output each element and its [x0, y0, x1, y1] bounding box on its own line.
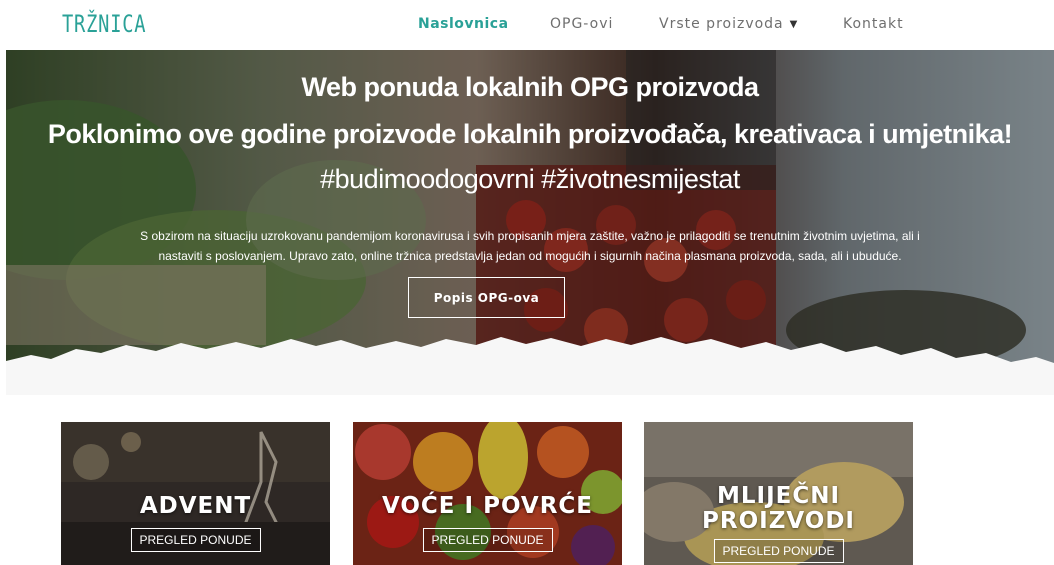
hero-description: S obzirom na situaciju uzrokovanu pandem…: [56, 226, 1004, 266]
chevron-down-icon: ▼: [789, 19, 799, 30]
nav-item-opg-ovi[interactable]: OPG-ovi: [550, 16, 613, 32]
nav-item-vrste-proizvoda-label: Vrste proizvoda: [659, 16, 784, 32]
hero-description-line-2: nastaviti s poslovanjem. Upravo zato, on…: [158, 249, 902, 263]
hero-description-line-1: S obzirom na situaciju uzrokovanu pandem…: [140, 229, 920, 243]
torn-paper-edge: [6, 337, 1054, 395]
view-offer-button[interactable]: PREGLED PONUDE: [130, 528, 261, 552]
main-nav: Naslovnica OPG-ovi Vrste proizvoda ▼ Kont…: [0, 16, 1054, 36]
card-title: VOĆE I POVRĆE: [381, 493, 593, 519]
opg-list-button[interactable]: Popis OPG-ova: [408, 277, 565, 318]
nav-item-vrste-proizvoda[interactable]: Vrste proizvoda ▼: [659, 16, 798, 32]
nav-item-kontakt[interactable]: Kontakt: [843, 16, 904, 32]
card-title: ADVENT: [139, 493, 252, 519]
category-card-advent[interactable]: ADVENT PREGLED PONUDE: [61, 422, 330, 565]
view-offer-button[interactable]: PREGLED PONUDE: [713, 539, 844, 563]
hero-subtitle: Poklonimo ove godine proizvode lokalnih …: [47, 119, 1013, 149]
site-header: TRŽNICA Naslovnica OPG-ovi Vrste proizvo…: [0, 0, 1054, 50]
hero-hashtags: #budimoodogovrni #životnesmijestat: [320, 164, 740, 194]
card-title-line-2: PROIZVODI: [702, 508, 855, 534]
card-title-line-1: MLIJEČNI: [716, 483, 841, 509]
hero-banner: Web ponuda lokalnih OPG proizvoda Poklon…: [6, 50, 1054, 395]
category-card-fruit-vegetables[interactable]: VOĆE I POVRĆE PREGLED PONUDE: [353, 422, 622, 565]
view-offer-button[interactable]: PREGLED PONUDE: [422, 528, 553, 552]
hero-title: Web ponuda lokalnih OPG proizvoda: [301, 72, 759, 102]
category-card-dairy[interactable]: MLIJEČNI PROIZVODI PREGLED PONUDE: [644, 422, 913, 565]
nav-item-naslovnica[interactable]: Naslovnica: [418, 16, 509, 32]
